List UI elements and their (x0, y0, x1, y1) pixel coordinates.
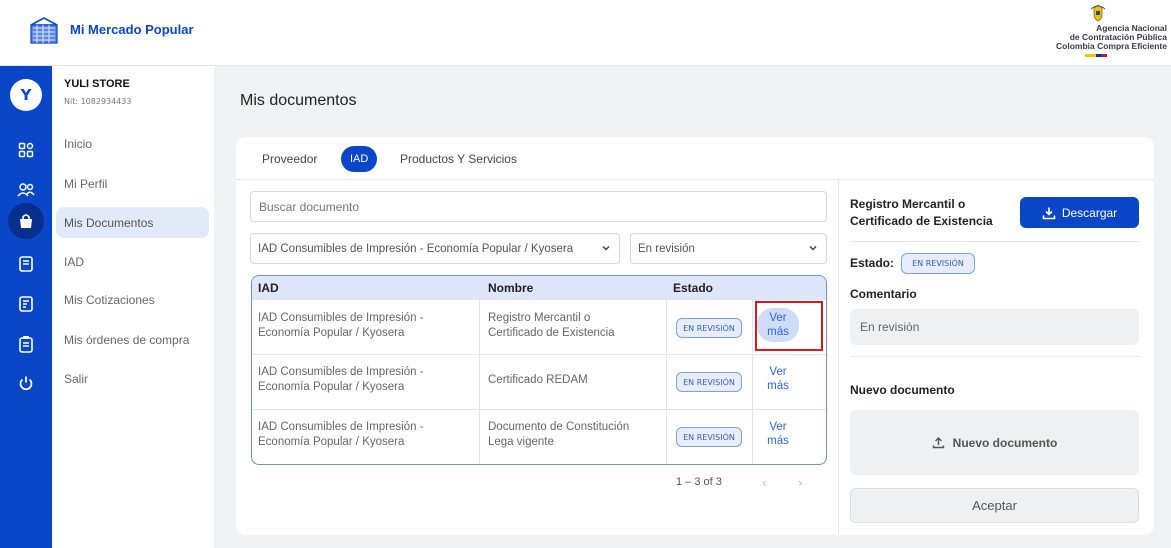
cell-text: Economía Popular / Kyosera (258, 381, 405, 393)
column-divider (838, 180, 839, 535)
coat-of-arms-icon (1090, 4, 1106, 22)
home-grid-icon[interactable] (14, 138, 38, 162)
cell-text: Certificado de Existencia (488, 327, 615, 339)
column-header-iad[interactable]: IAD (258, 281, 279, 295)
cell-text: Registro Mercantil o (488, 312, 591, 324)
upload-icon (932, 437, 944, 449)
users-icon[interactable] (14, 178, 38, 202)
next-page-icon[interactable]: › (798, 476, 803, 490)
cell-text: Certificado REDAM (488, 374, 588, 386)
documents-table: IAD Nombre Estado IAD Consumibles de Imp… (251, 275, 827, 465)
upload-document-button[interactable]: Nuevo documento (850, 410, 1139, 475)
sidebar-item-salir[interactable]: Salir (56, 363, 209, 394)
document-title: Registro Mercantil o Certificado de Exis… (850, 196, 1010, 230)
cell-nombre: Registro Mercantil o Certificado de Exis… (488, 311, 615, 341)
panel-divider (850, 241, 1140, 242)
estado-select[interactable]: En revisión (630, 233, 827, 264)
cell-text: IAD Consumibles de Impresión - (258, 421, 424, 433)
cell-text: Documento de Constitución (488, 421, 630, 433)
avatar[interactable]: Y (10, 79, 42, 111)
ver-mas-label: más (767, 435, 789, 447)
column-header-estado[interactable]: Estado (673, 281, 713, 295)
cell-text: IAD Consumibles de Impresión - (258, 366, 424, 378)
comentario-field[interactable]: En revisión (850, 309, 1139, 345)
table-divider (666, 300, 667, 464)
chevron-down-icon (602, 245, 610, 251)
cell-iad: IAD Consumibles de Impresión - Economía … (258, 365, 424, 395)
column-header-nombre[interactable]: Nombre (488, 281, 533, 295)
sidebar-item-mi-perfil[interactable]: Mi Perfil (56, 168, 209, 199)
table-header: IAD Nombre Estado (252, 276, 826, 300)
row-divider (252, 354, 826, 355)
nuevo-documento-label: Nuevo documento (850, 383, 955, 397)
download-icon (1042, 207, 1056, 219)
colombia-flag (1085, 54, 1107, 57)
status-badge: EN REVISIÓN (676, 372, 742, 392)
cell-nombre: Certificado REDAM (488, 373, 588, 388)
ver-mas-label: Ver (769, 421, 787, 433)
cell-iad: IAD Consumibles de Impresión - Economía … (258, 420, 424, 450)
ver-mas-label: Ver (769, 366, 787, 378)
tab-proveedor[interactable]: Proveedor (262, 146, 317, 172)
brand-title[interactable]: Mi Mercado Popular (70, 22, 194, 37)
ver-mas-label: más (767, 380, 789, 392)
cell-text: Lega vigente (488, 436, 554, 448)
store-nit: Nit: 1082934433 (64, 97, 132, 106)
estado-label: Estado: (850, 256, 895, 270)
clipboard-icon[interactable] (14, 332, 38, 356)
status-badge: EN REVISIÓN (676, 427, 742, 447)
document-icon[interactable] (14, 252, 38, 276)
download-button[interactable]: Descargar (1020, 197, 1139, 228)
tabs-divider (236, 179, 1154, 180)
sidebar-item-mis-documentos[interactable]: Mis Documentos (56, 207, 209, 238)
status-badge: EN REVISIÓN (676, 318, 742, 338)
search-input[interactable] (250, 191, 827, 222)
cell-nombre: Documento de Constitución Lega vigente (488, 420, 629, 450)
panel-divider (850, 356, 1140, 357)
prev-page-icon[interactable]: ‹ (762, 476, 767, 490)
iad-select[interactable]: IAD Consumibles de Impresión - Economía … (250, 233, 620, 264)
cell-text: Economía Popular / Kyosera (258, 436, 405, 448)
top-bar: Mi Mercado Popular Agencia Nacional de C… (0, 0, 1171, 66)
status-badge: EN REVISIÓN (901, 253, 975, 274)
row-divider (252, 409, 826, 410)
ver-mas-link[interactable]: Ver más (757, 365, 799, 393)
sidebar-item-mis-cotizaciones[interactable]: Mis Cotizaciones (56, 284, 209, 315)
cell-iad: IAD Consumibles de Impresión - Economía … (258, 311, 424, 341)
cell-text: IAD Consumibles de Impresión - (258, 312, 424, 324)
pagination-range: 1 – 3 of 3 (676, 476, 722, 488)
icon-rail: Y (0, 66, 52, 548)
quote-icon[interactable] (14, 292, 38, 316)
download-label: Descargar (1061, 205, 1118, 220)
shopping-bag-icon[interactable] (8, 203, 44, 239)
sidebar-item-mis-ordenes[interactable]: Mis órdenes de compra (56, 324, 209, 355)
chevron-down-icon (809, 245, 817, 251)
market-logo-icon[interactable] (27, 15, 61, 45)
iad-select-value: IAD Consumibles de Impresión - Economía … (258, 242, 574, 255)
document-title-line: Registro Mercantil o (850, 197, 966, 211)
cell-text: Economía Popular / Kyosera (258, 327, 405, 339)
page-title: Mis documentos (240, 92, 357, 109)
power-icon[interactable] (14, 371, 38, 395)
agency-line-3: Colombia Compra Eficiente (1056, 41, 1167, 51)
tab-iad[interactable]: IAD (341, 146, 378, 172)
tab-productos-servicios[interactable]: Productos Y Servicios (400, 146, 517, 172)
sidebar-item-iad[interactable]: IAD (56, 246, 209, 277)
ver-mas-highlight-box (755, 301, 823, 351)
upload-label: Nuevo documento (952, 435, 1058, 450)
estado-select-value: En revisión (638, 242, 695, 255)
document-title-line: Certificado de Existencia (850, 214, 993, 228)
ver-mas-link[interactable]: Ver más (757, 420, 799, 448)
accept-button[interactable]: Aceptar (850, 488, 1139, 523)
table-divider (752, 300, 753, 464)
comentario-label: Comentario (850, 287, 917, 301)
table-divider (479, 300, 480, 464)
sidebar-item-inicio[interactable]: Inicio (56, 128, 209, 159)
side-nav: YULI STORE Nit: 1082934433 Inicio Mi Per… (52, 66, 214, 548)
store-name: YULI STORE (64, 78, 130, 90)
agency-logo: Agencia Nacional de Contratación Pública… (1017, 4, 1167, 57)
